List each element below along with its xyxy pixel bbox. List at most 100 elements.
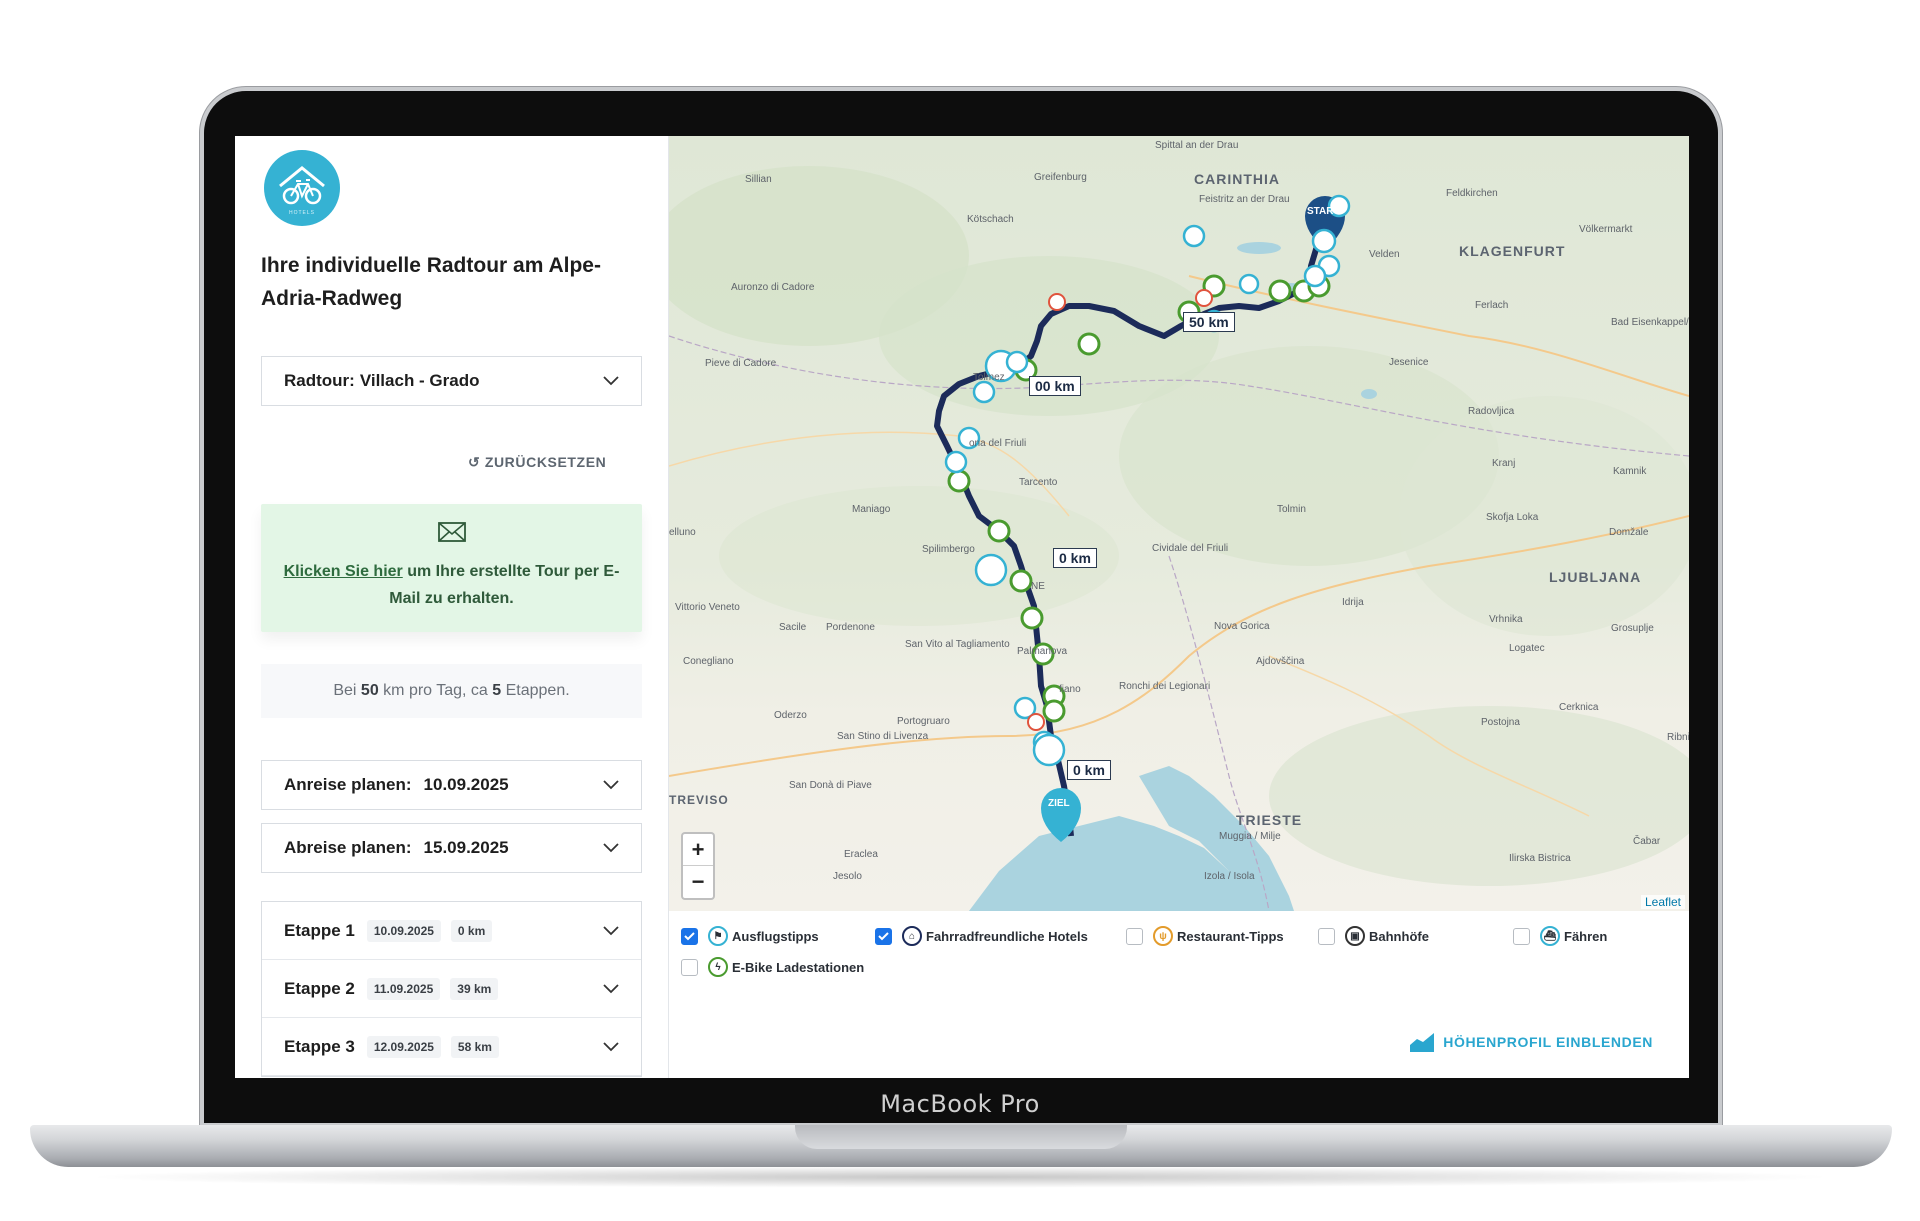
chevron-down-icon [603,780,619,790]
place-label: Idrija [1342,597,1364,608]
place-label: Izola / Isola [1204,871,1255,882]
place-label: Jesolo [833,871,862,882]
place-label: fiano [1059,684,1081,695]
place-label: Spittal an der Drau [1155,140,1239,151]
email-link[interactable]: Klicken Sie hier [284,563,403,580]
place-label: KLAGENFURT [1459,243,1566,259]
signpost-icon: ⚑ [708,926,728,946]
place-label: Kamnik [1613,466,1647,477]
stage-row[interactable]: Etappe 2 11.09.2025 39 km [262,960,641,1018]
place-label: Völkermarkt [1579,224,1633,235]
checkbox[interactable] [875,927,892,945]
legend-ausflugstipps[interactable]: ⚑ Ausflugstipps [681,926,819,946]
stage-name: Etappe 2 [284,978,355,998]
checkbox[interactable] [1126,927,1143,945]
map[interactable]: CARINTHIA KLAGENFURT LJUBLJANA TRIESTE T… [669,136,1689,911]
place-label: Auronzo di Cadore [731,282,815,293]
place-label: Cividale del Friuli [1152,543,1229,554]
arrival-date: 10.09.2025 [423,775,509,794]
place-label: San Stino di Livenza [837,731,929,742]
legend-label: Ausflugstipps [732,928,819,944]
place-label: Ferlach [1475,300,1509,311]
device-label: MacBook Pro [880,1090,1040,1118]
place-label: TREVISO [669,793,729,807]
place-label: ona del Friuli [969,438,1027,449]
checkbox[interactable] [681,958,698,976]
departure-select[interactable]: Abreise planen: 15.09.2025 [261,823,642,873]
logo[interactable]: HOTELS [264,150,340,226]
stage-km: 0 km [450,919,493,942]
distance-label: 00 km [1029,376,1081,396]
checkbox[interactable] [681,927,698,945]
page-title: Ihre individuelle Radtour am Alpe-Adria-… [261,254,601,310]
email-text-rest: um Ihre erstellte Tour per E-Mail zu erh… [389,563,620,607]
legend-restaurants[interactable]: ψ Restaurant-Tipps [1126,926,1284,946]
sidebar: HOTELS Ihre individuelle Radtour am Alpe… [235,136,669,1078]
stage-name: Etappe 3 [284,1036,355,1056]
place-label: Velden [1369,249,1400,260]
stage-row[interactable]: Etappe 3 12.09.2025 58 km [262,1018,641,1076]
legend-label: Bahnhöfe [1369,928,1429,944]
cutlery-icon: ψ [1153,926,1173,946]
info-prefix: Bei [333,682,361,699]
house-icon: ⌂ [902,926,922,946]
place-label: Feldkirchen [1446,188,1498,199]
chevron-down-icon [603,925,619,935]
distance-label: 50 km [1183,312,1235,332]
elevation-icon [1410,1033,1435,1052]
legend-hotels[interactable]: ⌂ Fahrradfreundliche Hotels [875,926,1088,946]
zoom-in-button[interactable]: + [683,834,713,866]
legend-label: Fähren [1564,928,1608,944]
place-label: San Donà di Piave [789,780,872,791]
place-label: Vrhnika [1489,614,1523,625]
departure-date: 15.09.2025 [423,838,509,857]
end-marker[interactable]: ZIEL [1048,798,1070,809]
place-label: Pordenone [826,622,875,633]
stage-name: Etappe 1 [284,920,355,940]
chevron-down-icon [603,843,619,853]
place-label: Tolmez [973,372,1005,383]
reset-button[interactable]: ↺ ZURÜCKSETZEN [468,454,606,471]
map-attribution[interactable]: Leaflet [1640,895,1685,909]
legend-ebike[interactable]: ϟ E-Bike Ladestationen [681,957,864,977]
chevron-down-icon [603,376,619,386]
screen: HOTELS Ihre individuelle Radtour am Alpe… [235,136,1689,1078]
bike-house-icon [279,166,325,205]
laptop-notch [795,1125,1127,1149]
place-label: Conegliano [683,656,734,667]
place-label: Logatec [1509,643,1545,654]
elevation-profile-button[interactable]: HÖHENPROFIL EINBLENDEN [1409,1031,1653,1053]
start-marker[interactable]: START [1307,206,1340,217]
stage-date: 12.09.2025 [366,1035,441,1058]
place-label: Muggia / Milje [1219,831,1281,842]
checkbox[interactable] [1318,927,1335,945]
tour-select-prefix: Radtour: [284,371,355,390]
info-stages: 5 [492,682,502,699]
distance-label: 0 km [1067,760,1111,780]
place-label: Eraclea [844,849,878,860]
place-label: Grosuplje [1611,623,1654,634]
stage-date: 10.09.2025 [366,919,441,942]
place-label: San Vito al Tagliamento [905,639,1010,650]
map-legend: ⚑ Ausflugstipps ⌂ Fahrradfreundliche Hot… [669,911,1689,1078]
place-label: Nova Gorica [1214,621,1270,632]
checkbox[interactable] [1513,927,1530,945]
legend-ferries[interactable]: ⛴ Fähren [1513,926,1607,946]
arrival-select[interactable]: Anreise planen: 10.09.2025 [261,760,642,810]
place-label: Čabar [1633,836,1661,847]
stage-row[interactable]: Etappe 1 10.09.2025 0 km [262,902,641,960]
place-label: Palmanova [1017,646,1068,657]
place-label: Cerknica [1559,702,1599,713]
tour-select[interactable]: Radtour: Villach - Grado [261,356,642,406]
place-label: Kötschach [967,214,1014,225]
info-mid: km pro Tag, ca [378,682,493,699]
info-km: 50 [360,682,379,699]
place-label: LJUBLJANA [1549,569,1642,585]
place-label: TRIESTE [1236,812,1303,828]
zoom-out-button[interactable]: − [683,866,713,898]
place-label: Oderzo [774,710,807,721]
stage-list: Etappe 1 10.09.2025 0 km Etappe 2 11.09.… [261,901,642,1077]
elevation-button-label: HÖHENPROFIL EINBLENDEN [1443,1034,1653,1050]
legend-stations[interactable]: ▣ Bahnhöfe [1318,926,1429,946]
stage-date: 11.09.2025 [366,977,441,1000]
